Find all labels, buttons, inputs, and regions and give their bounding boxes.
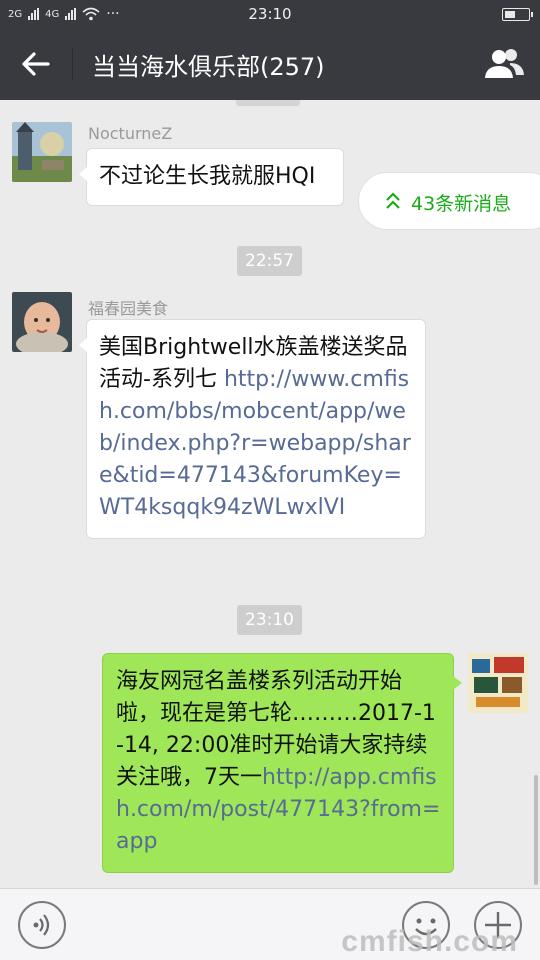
avatar[interactable] <box>12 292 72 352</box>
chat-header: 当当海水俱乐部(257) <box>0 28 540 100</box>
load-more-indicator <box>236 100 300 106</box>
message-bubble[interactable]: 不过论生长我就服HQI <box>79 148 344 206</box>
watermark: cmfish.com <box>341 925 518 958</box>
group-info-icon[interactable] <box>482 46 526 80</box>
status-bar: 2G 4G ··· 23:10 <box>0 0 540 28</box>
chat-title: 当当海水俱乐部(257) <box>92 53 325 81</box>
new-messages-button[interactable]: 43条新消息 <box>358 172 540 230</box>
time-separator: 23:10 <box>237 605 302 635</box>
sender-name: NocturneZ <box>88 124 173 143</box>
message-bubble[interactable]: 美国Brightwell水族盖楼送奖品活动-系列七 http://www.cmf… <box>79 319 426 539</box>
avatar-self[interactable] <box>468 653 528 713</box>
avatar[interactable] <box>12 122 72 182</box>
header-divider <box>72 48 73 80</box>
message-text: 不过论生长我就服HQI <box>99 164 316 189</box>
back-arrow-icon[interactable] <box>18 48 54 80</box>
voice-button[interactable] <box>18 901 66 949</box>
avatar-image-poster <box>468 653 528 713</box>
time-separator: 22:57 <box>237 246 302 276</box>
voice-icon <box>33 914 50 936</box>
new-messages-label: 43条新消息 <box>411 193 512 215</box>
double-chevron-up-icon <box>386 192 400 209</box>
avatar-image-nocturnez <box>12 122 72 182</box>
scrollbar[interactable] <box>534 775 538 885</box>
message-list[interactable]: NocturneZ 不过论生长我就服HQI 43条新消息 22:57 福春园美食… <box>0 100 540 888</box>
input-bar: cmfish.com <box>0 888 540 960</box>
battery-icon <box>502 8 533 21</box>
status-time: 23:10 <box>248 5 292 23</box>
sender-name: 福春园美食 <box>88 299 169 318</box>
avatar-image-baby <box>12 292 72 352</box>
message-bubble-self[interactable]: 海友网冠名盖楼系列活动开始啦，现在是第七轮………2017-1-14, 22:00… <box>102 653 462 873</box>
